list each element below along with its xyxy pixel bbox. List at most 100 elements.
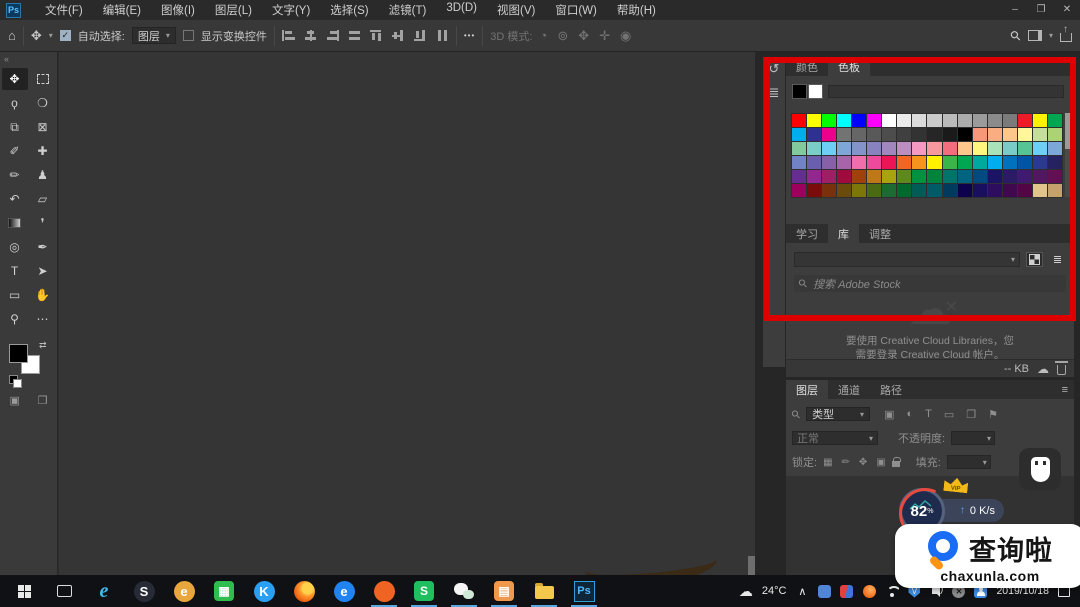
swatch-93[interactable] [837, 184, 851, 197]
swatch-17[interactable] [1048, 114, 1062, 127]
swatch-91[interactable] [807, 184, 821, 197]
swatch-10[interactable] [943, 114, 957, 127]
restore-button[interactable]: ❐ [1028, 0, 1054, 20]
3d-mode-icon-1[interactable]: ⊚ [557, 28, 568, 44]
swatch-70[interactable] [1033, 156, 1047, 169]
swatch-58[interactable] [852, 156, 866, 169]
swatch-69[interactable] [1018, 156, 1032, 169]
swatch-85[interactable] [988, 170, 1002, 183]
swatch-33[interactable] [1018, 128, 1032, 141]
swatch-96[interactable] [882, 184, 896, 197]
swatch-55[interactable] [807, 156, 821, 169]
sogou-browser[interactable]: S [124, 575, 164, 607]
cloud-sync-icon[interactable]: ☁ [1037, 362, 1049, 376]
menu-item-6[interactable]: 滤镜(T) [379, 2, 437, 18]
swatch-40[interactable] [852, 142, 866, 155]
distribute-h-icon[interactable] [348, 30, 361, 41]
lasso-tool[interactable]: ϙ [2, 92, 28, 114]
swatch-22[interactable] [852, 128, 866, 141]
swatch-5[interactable] [867, 114, 881, 127]
360-browser[interactable]: e [164, 575, 204, 607]
swatch-71[interactable] [1048, 156, 1062, 169]
swatch-94[interactable] [852, 184, 866, 197]
default-colors-icon[interactable] [9, 375, 18, 384]
menu-item-2[interactable]: 图像(I) [151, 2, 205, 18]
swatch-16[interactable] [1033, 114, 1047, 127]
swatch-61[interactable] [897, 156, 911, 169]
menu-item-3[interactable]: 图层(L) [205, 2, 262, 18]
swatch-scrollbar[interactable] [1065, 113, 1071, 197]
more-tools-tool[interactable]: ⋯ [30, 308, 56, 330]
close-button[interactable]: ✕ [1054, 0, 1080, 20]
swatch-50[interactable] [1003, 142, 1017, 155]
swatch-9[interactable] [927, 114, 941, 127]
swatch-41[interactable] [867, 142, 881, 155]
swatch-54[interactable] [792, 156, 806, 169]
recent-color-white[interactable] [808, 84, 823, 99]
tab-swatches[interactable]: 色板 [828, 57, 870, 76]
swatch-43[interactable] [897, 142, 911, 155]
swatch-19[interactable] [807, 128, 821, 141]
swatch-53[interactable] [1048, 142, 1062, 155]
swatch-13[interactable] [988, 114, 1002, 127]
swatch-82[interactable] [943, 170, 957, 183]
swatch-29[interactable] [958, 128, 972, 141]
tab-channels[interactable]: 通道 [828, 380, 870, 399]
rectangle-tool[interactable]: ▭ [2, 284, 28, 306]
swatch-99[interactable] [927, 184, 941, 197]
panel-menu-icon[interactable]: ≡ [1056, 380, 1074, 399]
kugou-music[interactable]: K [244, 575, 284, 607]
blend-mode-dropdown[interactable]: 正常▾ [792, 431, 878, 445]
swatch-name-field[interactable] [828, 85, 1064, 98]
tab-layers[interactable]: 图层 [786, 380, 828, 399]
swatch-46[interactable] [943, 142, 957, 155]
swatch-98[interactable] [912, 184, 926, 197]
3d-mode-icon-3[interactable]: ✛ [599, 28, 610, 44]
marquee-tool[interactable] [30, 68, 56, 90]
volume-icon[interactable] [932, 588, 937, 594]
menu-item-0[interactable]: 文件(F) [35, 2, 93, 18]
brush-tool[interactable]: ✏ [2, 164, 28, 186]
more-options-icon[interactable]: ••• [464, 31, 475, 40]
start-button[interactable] [4, 575, 44, 607]
quick-mask-button[interactable]: ▣ [10, 394, 20, 407]
swatch-59[interactable] [867, 156, 881, 169]
pen-tool[interactable]: ✒ [30, 236, 56, 258]
swatch-72[interactable] [792, 170, 806, 183]
align-bottom-icon[interactable] [414, 30, 427, 41]
swatch-107[interactable] [1048, 184, 1062, 197]
swatch-105[interactable] [1018, 184, 1032, 197]
auto-select-dropdown[interactable]: 图层▾ [132, 27, 176, 44]
swatch-60[interactable] [882, 156, 896, 169]
swatch-45[interactable] [927, 142, 941, 155]
menu-item-10[interactable]: 帮助(H) [607, 2, 666, 18]
lock-icon-2[interactable]: ✥ [859, 457, 867, 468]
image-viewer-app[interactable]: ▤ [484, 575, 524, 607]
align-right-icon[interactable] [326, 30, 339, 41]
auto-select-checkbox[interactable]: ✓ [60, 30, 71, 41]
layer-filter-icon-3[interactable]: ▭ [944, 408, 954, 421]
swatch-80[interactable] [912, 170, 926, 183]
swatch-32[interactable] [1003, 128, 1017, 141]
swatch-81[interactable] [927, 170, 941, 183]
share-icon[interactable] [1060, 33, 1072, 42]
align-middle-icon[interactable] [392, 30, 405, 41]
healing-brush-tool[interactable]: ✚ [30, 140, 56, 162]
swatch-74[interactable] [822, 170, 836, 183]
swatch-31[interactable] [988, 128, 1002, 141]
green-s-app[interactable]: S [404, 575, 444, 607]
tab-adjustments[interactable]: 调整 [859, 224, 901, 243]
layer-filter-icon-1[interactable]: ◐ [906, 408, 913, 421]
swatch-103[interactable] [988, 184, 1002, 197]
swatch-39[interactable] [837, 142, 851, 155]
swatch-38[interactable] [822, 142, 836, 155]
swatch-48[interactable] [973, 142, 987, 155]
swatch-95[interactable] [867, 184, 881, 197]
swatch-30[interactable] [973, 128, 987, 141]
menu-item-8[interactable]: 视图(V) [487, 2, 545, 18]
toolbar-collapse-icon[interactable]: « [0, 52, 57, 66]
swatch-84[interactable] [973, 170, 987, 183]
clone-stamp-tool[interactable]: ♟ [30, 164, 56, 186]
delete-library-icon[interactable] [1057, 365, 1066, 375]
file-explorer[interactable] [524, 575, 564, 607]
